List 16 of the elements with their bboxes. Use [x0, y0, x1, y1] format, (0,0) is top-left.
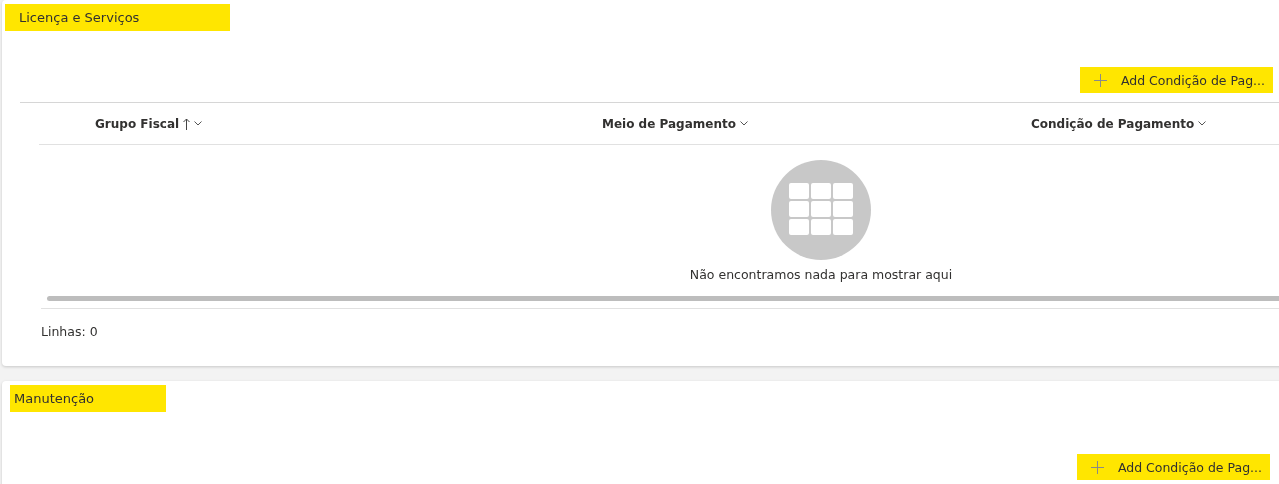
column-header[interactable]: Condição de Pagamento [1031, 116, 1207, 131]
empty-message: Não encontramos nada para mostrar aqui [689, 267, 953, 282]
add-button[interactable]: Add Condição de Pag... [1076, 454, 1270, 480]
column-header[interactable]: Meio de Pagamento [602, 116, 748, 131]
add-button[interactable]: Add Condição de Pag... [1079, 67, 1273, 93]
section-title: Manutenção [10, 385, 166, 412]
plus-icon [1090, 460, 1104, 474]
chevron-down-icon [194, 121, 203, 126]
chevron-down-icon [1198, 121, 1207, 126]
section-title: Licença e Serviços [5, 4, 230, 31]
chevron-down-icon [739, 121, 748, 126]
scrollbar[interactable] [47, 296, 1279, 301]
column-header[interactable]: Grupo Fiscal [95, 116, 203, 131]
plus-icon [1093, 73, 1107, 87]
row-count: Linhas: 0 [41, 324, 99, 339]
empty-table-icon [771, 160, 871, 260]
